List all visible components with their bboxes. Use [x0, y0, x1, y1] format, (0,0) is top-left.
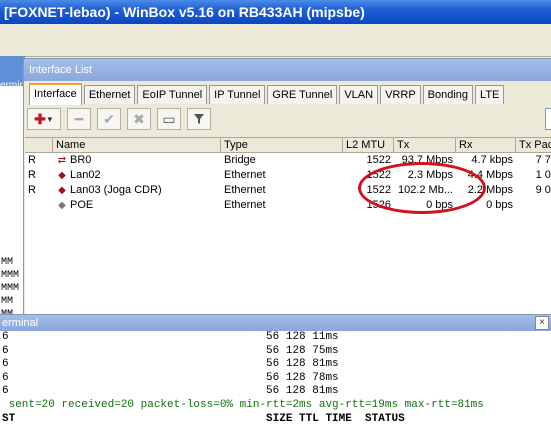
row-mtu: 1522 — [366, 184, 391, 196]
column-header-l2mtu[interactable]: L2 MTU — [343, 138, 394, 152]
row-rx: 4.7 kbps — [471, 154, 513, 166]
tab-vrrp[interactable]: VRRP — [380, 85, 421, 104]
column-header-tx[interactable]: Tx — [394, 138, 456, 152]
row-tx-packets: 1 07 — [535, 169, 551, 181]
row-name-cell: ◆ Lan02 — [53, 168, 221, 183]
terminal-title: erminal — [2, 317, 39, 329]
row-flag: R — [28, 184, 36, 196]
column-header-tx-packets[interactable]: Tx Pac — [516, 138, 551, 152]
row-type: Ethernet — [224, 199, 266, 211]
disable-button[interactable]: ✖ — [127, 108, 151, 130]
bridge-icon: ⇄ — [57, 155, 67, 166]
row-name-cell: ◆ Lan03 (Joga CDR) — [53, 183, 221, 198]
add-button[interactable]: ✚ ▼ — [27, 108, 61, 130]
minus-icon: ━ — [74, 110, 84, 127]
row-tx-packets: 9 04 — [535, 184, 551, 196]
tab-interface[interactable]: Interface — [29, 83, 82, 105]
row-name-cell: ⇄ BR0 — [53, 153, 221, 168]
row-name-cell: ◆ POE — [53, 198, 221, 213]
terminal-column-header: ST SIZE TTL TIME STATUS — [2, 412, 405, 425]
left-pane-line: MM — [1, 257, 14, 268]
plus-icon: ✚ — [34, 110, 46, 127]
table-row[interactable]: R ◆ Lan03 (Joga CDR) Ethernet 1522 102.2 … — [25, 183, 551, 198]
filter-icon — [194, 114, 204, 124]
tab-eoip-tunnel[interactable]: EoIP Tunnel — [137, 85, 208, 104]
terminal-window: erminal × 6 56 128 11ms 6 56 128 75ms 6 … — [0, 314, 551, 435]
main-toolbar — [0, 24, 551, 57]
tab-ethernet[interactable]: Ethernet — [83, 85, 136, 104]
row-tx: 93.7 Mbps — [401, 154, 453, 166]
row-type: Ethernet — [224, 169, 266, 181]
comment-button[interactable]: ▭ — [157, 108, 181, 130]
table-row[interactable]: ◆ POE Ethernet 1526 0 bps 0 bps — [25, 198, 551, 213]
row-tx: 0 bps — [426, 199, 453, 211]
left-pane-line: MMM M — [1, 283, 24, 294]
search-input[interactable] — [545, 108, 551, 130]
left-pane: erminal MM MMM MMM M MM MM — [0, 56, 25, 314]
row-rx: 0 bps — [486, 199, 513, 211]
terminal-title-bar: erminal × — [0, 315, 551, 331]
column-header-name[interactable]: Name — [53, 138, 221, 152]
row-tx-packets: 7 73 — [535, 154, 551, 166]
left-pane-line: MM — [1, 296, 14, 307]
row-tx: 2.3 Mbps — [407, 169, 453, 181]
ethernet-icon: ◆ — [58, 170, 66, 181]
row-name: Lan03 (Joga CDR) — [70, 184, 162, 196]
ethernet-icon: ◆ — [58, 200, 66, 211]
table-row[interactable]: R ⇄ BR0 Bridge 1522 93.7 Mbps 4.7 kbps 7 … — [25, 153, 551, 168]
row-type: Bridge — [224, 154, 256, 166]
row-tx: 102.2 Mb... — [397, 184, 453, 196]
row-name: Lan02 — [70, 169, 101, 181]
app-title-bar: [FOXNET-lebao) - WinBox v5.16 on RB433AH… — [0, 0, 551, 24]
row-rx: 2.2 Mbps — [467, 184, 513, 196]
enable-button[interactable]: ✔ — [97, 108, 121, 130]
terminal-line: 6 56 128 81ms — [2, 385, 339, 398]
ethernet-icon: ◆ — [58, 185, 66, 196]
row-mtu: 1526 — [366, 199, 391, 211]
terminal-summary: sent=20 received=20 packet-loss=0% min-r… — [2, 398, 484, 411]
row-name: BR0 — [70, 154, 92, 166]
cross-icon: ✖ — [133, 110, 145, 127]
row-flag — [25, 198, 53, 213]
column-header-type[interactable]: Type — [221, 138, 343, 152]
terminal-line: 6 56 128 81ms — [2, 358, 339, 371]
interface-table: Name Type L2 MTU Tx Rx Tx Pac R ⇄ BR0 Bri… — [25, 137, 551, 316]
table-header: Name Type L2 MTU Tx Rx Tx Pac — [25, 138, 551, 153]
row-rx: 4.4 Mbps — [467, 169, 513, 181]
column-header-rx[interactable]: Rx — [456, 138, 516, 152]
terminal-line: 6 56 128 78ms — [2, 371, 339, 384]
row-flag: R — [28, 169, 36, 181]
left-pane-header: erminal — [0, 56, 24, 91]
row-flag: R — [28, 154, 36, 166]
terminal-line: 6 56 128 11ms — [2, 331, 339, 343]
dropdown-arrow-icon: ▼ — [45, 114, 54, 124]
close-icon[interactable]: × — [535, 316, 549, 330]
row-type: Ethernet — [224, 184, 266, 196]
table-row[interactable]: R ◆ Lan02 Ethernet 1522 2.3 Mbps 4.4 Mbps… — [25, 168, 551, 183]
row-tx-packets — [516, 198, 551, 213]
row-mtu: 1522 — [366, 154, 391, 166]
comment-icon: ▭ — [162, 110, 176, 127]
interface-list-title: Interface List — [24, 59, 551, 81]
filter-button[interactable] — [187, 108, 211, 130]
left-pane-line: MMM — [1, 270, 20, 281]
tab-ip-tunnel[interactable]: IP Tunnel — [209, 85, 266, 104]
check-icon: ✔ — [103, 110, 115, 127]
terminal-line: 6 56 128 75ms — [2, 344, 339, 357]
tab-gre-tunnel[interactable]: GRE Tunnel — [267, 85, 338, 104]
row-mtu: 1522 — [366, 169, 391, 181]
tab-bonding[interactable]: Bonding — [422, 85, 474, 104]
column-header-flag[interactable] — [25, 138, 53, 152]
remove-button[interactable]: ━ — [67, 108, 91, 130]
tab-lte[interactable]: LTE — [475, 85, 505, 104]
tab-bar: Interface Ethernet EoIP Tunnel IP Tunnel… — [29, 83, 506, 105]
interface-list-window: Interface List Interface Ethernet EoIP T… — [23, 58, 551, 318]
list-toolbar: ✚ ▼ ━ ✔ ✖ ▭ — [27, 108, 217, 132]
row-name: POE — [70, 199, 94, 211]
tab-vlan[interactable]: VLAN — [339, 85, 379, 104]
left-pane-header-text: erminal — [0, 80, 25, 91]
